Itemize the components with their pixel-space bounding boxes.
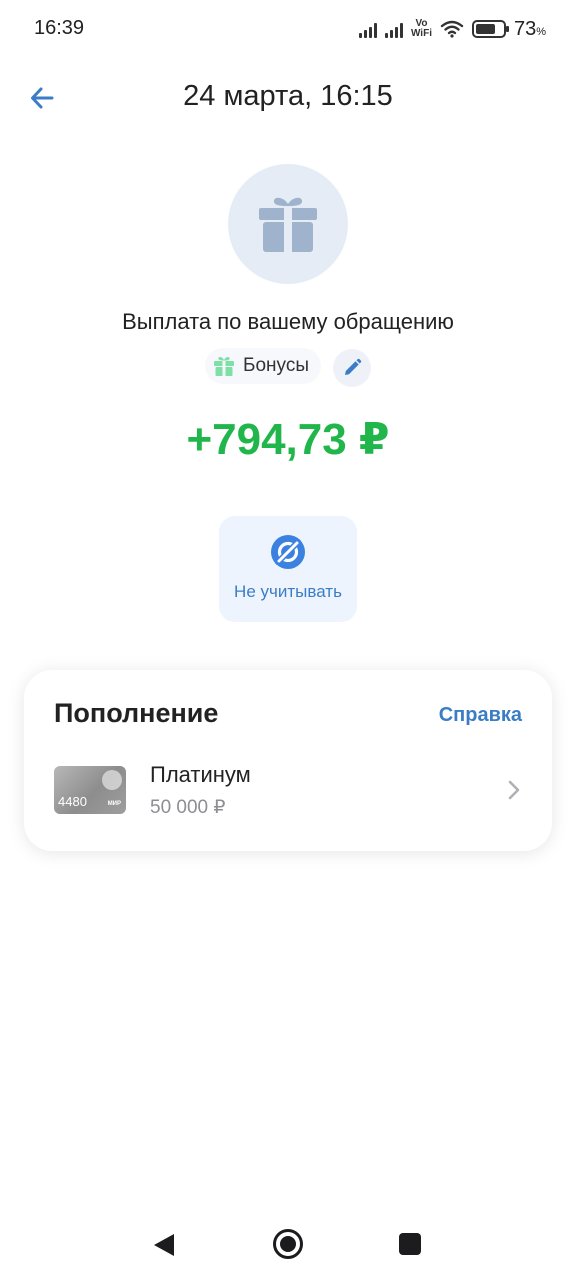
- square-recents-icon[interactable]: [399, 1233, 421, 1255]
- payment-system-logo: МИР: [107, 801, 121, 807]
- signal-icon: [384, 20, 403, 38]
- gift-icon: [214, 356, 234, 376]
- battery-percent-value: 73: [513, 17, 537, 40]
- account-balance: 50 000 ₽: [150, 797, 226, 818]
- eye-off-icon: [271, 535, 305, 569]
- vowifi-icon: Vo WiFi: [411, 19, 432, 39]
- card-thumbnail: 4480 МИР: [54, 766, 126, 814]
- status-icons: Vo WiFi 73%: [358, 16, 546, 42]
- page-title: 24 марта, 16:15: [183, 80, 393, 112]
- operation-title: Выплата по вашему обращению: [122, 309, 454, 334]
- exclude-button-label: Не учитывать: [234, 582, 342, 601]
- operation-icon: [228, 164, 348, 284]
- battery-percent: 73%: [514, 18, 546, 41]
- account-name: Платинум: [150, 762, 251, 787]
- details-title: Пополнение: [54, 698, 219, 728]
- category-chip[interactable]: Бонусы: [205, 348, 321, 384]
- signal-icon: [358, 20, 377, 38]
- battery-percent-unit: %: [536, 25, 546, 38]
- system-nav-bar: [0, 1210, 576, 1280]
- operation-amount: +794,73 ₽: [186, 415, 390, 464]
- pencil-icon: [345, 358, 362, 375]
- category-label: Бонусы: [243, 355, 309, 376]
- vowifi-bottom-text: WiFi: [410, 28, 432, 39]
- exclude-button[interactable]: Не учитывать: [219, 516, 357, 622]
- cloud-icon: [102, 770, 122, 790]
- details-card: Пополнение Справка 4480 МИР Платинум 50 …: [24, 670, 552, 851]
- help-link[interactable]: Справка: [439, 704, 522, 727]
- edit-category-button[interactable]: [333, 349, 371, 387]
- circle-home-icon[interactable]: [272, 1228, 304, 1260]
- wifi-icon: [440, 20, 464, 38]
- card-number: 4480: [58, 794, 87, 809]
- status-bar: 16:39 Vo WiFi 73%: [0, 0, 576, 58]
- chevron-right-icon: [508, 780, 520, 800]
- gift-icon: [259, 197, 317, 252]
- battery-fill: [475, 24, 495, 34]
- triangle-back-icon[interactable]: [152, 1232, 176, 1258]
- status-time: 16:39: [34, 17, 85, 39]
- battery-icon: [471, 20, 509, 38]
- account-row[interactable]: 4480 МИР Платинум 50 000 ₽: [54, 762, 524, 822]
